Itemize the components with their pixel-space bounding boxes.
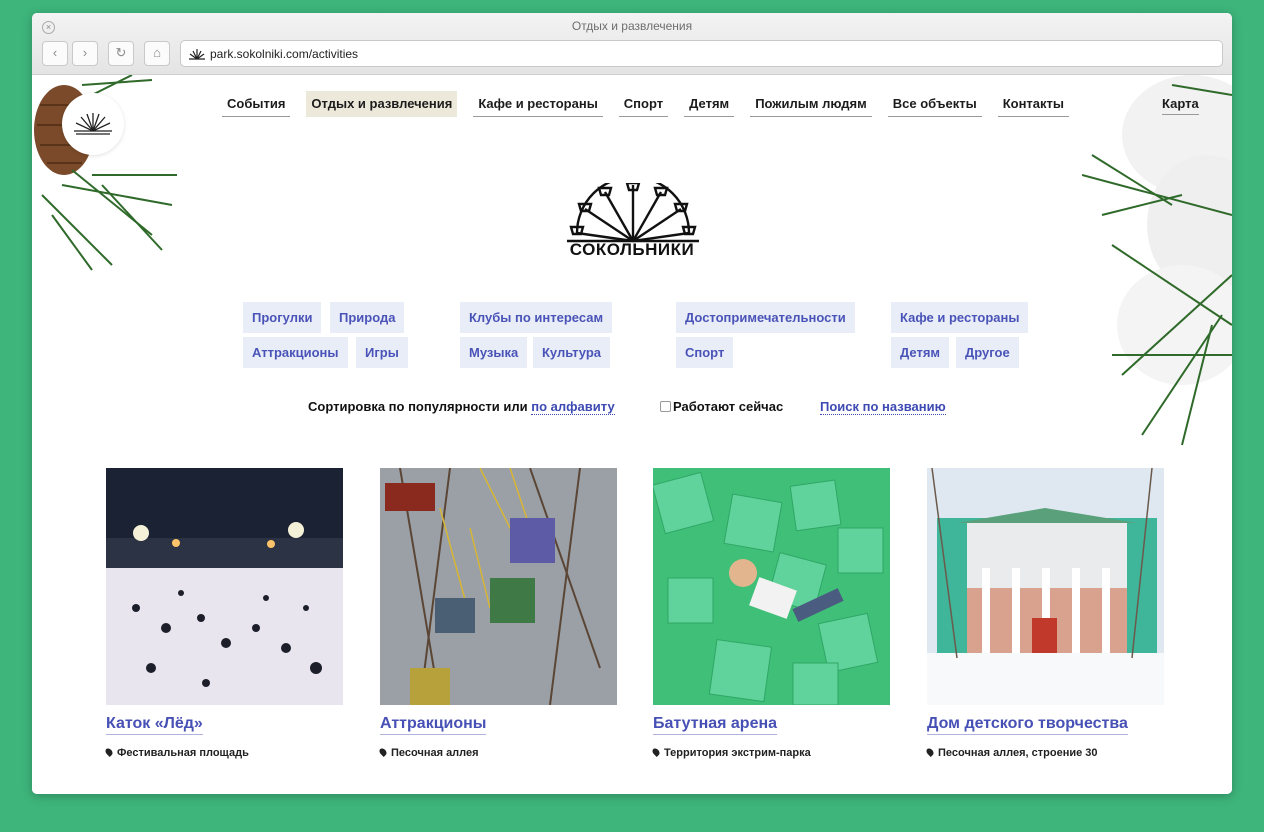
nav-item-kids[interactable]: Детям [684,91,735,117]
card-title[interactable]: Батутная арена [653,714,778,735]
page-content: События Отдых и развлечения Кафе и ресто… [32,75,1232,794]
card-title[interactable]: Дом детского творчества [927,714,1128,735]
map-pin-icon [104,747,114,757]
category-sights[interactable]: Достопримечательности [676,302,855,333]
open-now-label: Работают сейчас [673,399,784,414]
nav-item-cafes[interactable]: Кафе и рестораны [473,91,603,117]
back-button[interactable]: ‹ [42,41,68,66]
ice-rink-photo [106,468,343,705]
site-logo-small[interactable] [62,93,124,155]
url-text: park.sokolniki.com/activities [210,47,359,61]
nav-item-leisure[interactable]: Отдых и развлечения [306,91,458,117]
category-attractions[interactable]: Аттракционы [243,337,348,368]
category-music[interactable]: Музыка [460,337,528,368]
reload-button[interactable]: ↻ [108,41,134,66]
card-image-trampoline[interactable] [653,468,890,705]
building-winter-photo [927,468,1164,705]
category-other[interactable]: Другое [956,337,1019,368]
activity-card[interactable]: Аттракционы Песочная аллея [378,468,617,759]
main-nav: События Отдых и развлечения Кафе и ресто… [222,91,1085,117]
open-now-checkbox[interactable] [660,401,671,412]
home-button[interactable]: ⌂ [144,41,170,66]
category-culture[interactable]: Культура [533,337,611,368]
card-location: Песочная аллея [378,747,617,759]
card-title[interactable]: Каток «Лёд» [106,714,203,735]
search-by-name-link[interactable]: Поиск по названию [820,399,946,415]
activity-card[interactable]: Дом детского творчества Песочная аллея, … [925,468,1164,759]
card-image-attractions[interactable] [380,468,617,705]
forward-button[interactable]: › [72,41,98,66]
category-kids[interactable]: Детям [891,337,950,368]
activity-card[interactable]: Батутная арена Территория экстрим-парка [651,468,890,759]
sokolniki-fan-icon [74,113,112,135]
category-clubs[interactable]: Клубы по интересам [460,302,613,333]
window-title: Отдых и развлечения [571,19,693,33]
sort-alpha-link[interactable]: по алфавиту [531,399,615,415]
snow-pine-decoration [1082,75,1232,446]
address-bar[interactable]: park.sokolniki.com/activities [180,40,1223,67]
swing-ride-photo [380,468,617,705]
card-location-text: Песочная аллея [391,747,479,759]
nav-item-sport[interactable]: Спорт [618,91,669,117]
sokolniki-fan-icon [189,49,205,60]
chevron-left-icon: ‹ [52,45,58,60]
nav-item-all-objects[interactable]: Все объекты [887,91,982,117]
card-image-kids-house[interactable] [927,468,1164,705]
category-sport[interactable]: Спорт [676,337,734,368]
card-location-text: Территория экстрим-парка [664,747,811,759]
map-pin-icon [378,747,388,757]
sort-controls: Сортировка по популярности или по алфави… [308,399,615,415]
nav-item-events[interactable]: События [222,91,291,117]
browser-chrome: × Отдых и развлечения ‹ › ↻ ⌂ park.sokol… [32,13,1232,75]
map-pin-icon [925,747,935,757]
browser-window: × Отдых и развлечения ‹ › ↻ ⌂ park.sokol… [32,13,1232,794]
open-now-filter[interactable]: Работают сейчас [660,399,783,414]
logo-text: СОКОЛЬНИКИ [569,240,695,259]
category-walks[interactable]: Прогулки [243,302,322,333]
card-location: Территория экстрим-парка [651,747,890,759]
activity-card[interactable]: Каток «Лёд» Фестивальная площадь [104,468,343,759]
nav-item-seniors[interactable]: Пожилым людям [750,91,872,117]
chevron-right-icon: › [82,45,88,60]
card-location-text: Песочная аллея, строение 30 [938,747,1098,759]
card-location-text: Фестивальная площадь [117,747,249,759]
card-location: Фестивальная площадь [104,747,343,759]
foam-pit-photo [653,468,890,705]
home-icon: ⌂ [153,45,161,60]
nav-item-contacts[interactable]: Контакты [997,91,1070,117]
map-link[interactable]: Карта [1162,94,1199,115]
category-nature[interactable]: Природа [330,302,405,333]
map-pin-icon [651,747,661,757]
search-by-name[interactable]: Поиск по названию [820,399,946,415]
reload-icon: ↻ [115,45,127,60]
card-title[interactable]: Аттракционы [380,714,487,735]
card-image-ice-rink[interactable] [106,468,343,705]
card-location: Песочная аллея, строение 30 [925,747,1164,759]
category-games[interactable]: Игры [356,337,408,368]
category-cafes[interactable]: Кафе и рестораны [891,302,1029,333]
sort-label: Сортировка по популярности или [308,399,528,414]
